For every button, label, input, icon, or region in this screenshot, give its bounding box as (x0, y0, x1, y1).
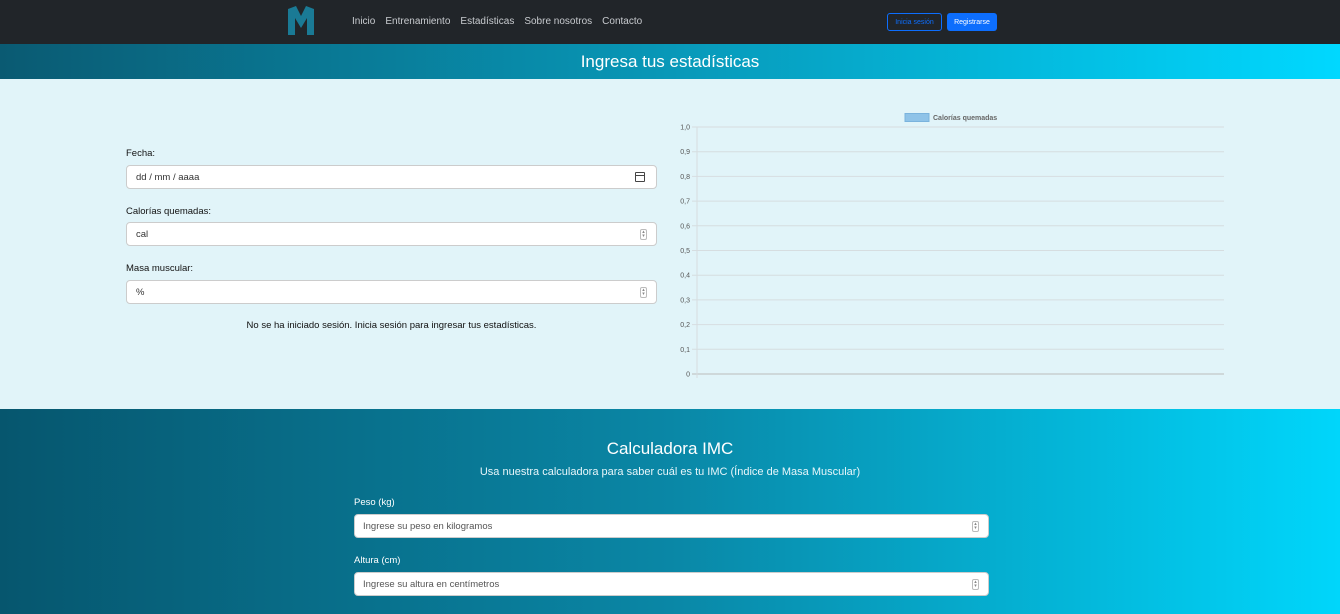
stats-header: Ingresa tus estadísticas (0, 44, 1340, 79)
navbar: Inicio Entrenamiento Estadísticas Sobre … (0, 0, 1340, 44)
altura-stepper-icon[interactable]: ▴ ▾ (972, 579, 979, 590)
peso-input[interactable]: Ingrese su peso en kilogramos ▴ ▾ (354, 514, 989, 538)
login-button[interactable]: Inicia sesión (887, 13, 942, 31)
page-title: Ingresa tus estadísticas (580, 51, 760, 71)
logo-icon[interactable] (287, 6, 315, 36)
calorias-placeholder: cal (136, 228, 149, 240)
calendar-icon[interactable] (635, 172, 645, 182)
nav-link-estadisticas[interactable]: Estadísticas (460, 16, 514, 27)
chart-grid (692, 126, 1224, 378)
calorias-label: Calorías quemadas: (126, 206, 212, 217)
chart-y-tick-label: 0,8 (680, 174, 690, 181)
nav-link-inicio[interactable]: Inicio (352, 16, 375, 27)
peso-stepper-icon[interactable]: ▴ ▾ (972, 521, 979, 532)
chart-y-tick-label: 0,9 (680, 149, 690, 156)
register-button[interactable]: Registrarse (947, 13, 997, 31)
nav-link-sobre-nosotros[interactable]: Sobre nosotros (524, 16, 592, 27)
altura-placeholder: Ingrese su altura en centímetros (363, 578, 500, 590)
chart-y-tick-label: 0,7 (680, 199, 690, 206)
altura-input[interactable]: Ingrese su altura en centímetros ▴ ▾ (354, 572, 989, 596)
nav-links: Inicio Entrenamiento Estadísticas Sobre … (352, 16, 642, 27)
login-notice: No se ha iniciado sesión. Inicia sesión … (246, 320, 537, 331)
masa-input[interactable]: % ▴ ▾ (126, 280, 657, 304)
fecha-placeholder: dd / mm / aaaa (136, 171, 200, 183)
calorias-stepper-icon[interactable]: ▴ ▾ (640, 229, 647, 240)
chart-y-tick-label: 0 (686, 372, 690, 379)
altura-label: Altura (cm) (354, 555, 401, 566)
legend-swatch[interactable] (904, 113, 930, 122)
calorias-input[interactable]: cal ▴ ▾ (126, 222, 657, 246)
masa-placeholder: % (136, 286, 145, 298)
chart-y-tick-label: 0,3 (680, 297, 690, 304)
chart-y-tick-label: 0,5 (680, 248, 690, 255)
chart-y-tick-label: 0,1 (680, 347, 690, 354)
legend-label[interactable]: Calorías quemadas (933, 115, 997, 122)
chart-y-tick-label: 0,2 (680, 322, 690, 329)
chart-y-ticks: 0 0,1 0,2 0,3 0,4 0,5 0,6 0,7 0,8 0,9 1,0 (680, 125, 690, 379)
bmi-title: Calculadora IMC (606, 439, 734, 458)
nav-link-contacto[interactable]: Contacto (602, 16, 642, 27)
fecha-label: Fecha: (126, 148, 156, 159)
chart-y-tick-label: 1,0 (680, 125, 690, 132)
bmi-section: Calculadora IMC Usa nuestra calculadora … (0, 409, 1340, 614)
fecha-input[interactable]: dd / mm / aaaa (126, 165, 657, 189)
peso-placeholder: Ingrese su peso en kilogramos (363, 520, 493, 532)
chart-y-tick-label: 0,4 (680, 273, 690, 280)
chart-y-tick-label: 0,6 (680, 223, 690, 230)
nav-link-entrenamiento[interactable]: Entrenamiento (385, 16, 450, 27)
peso-label: Peso (kg) (354, 497, 395, 508)
masa-label: Masa muscular: (126, 263, 194, 274)
bmi-subtitle: Usa nuestra calculadora para saber cuál … (479, 466, 861, 478)
masa-stepper-icon[interactable]: ▴ ▾ (640, 287, 647, 298)
